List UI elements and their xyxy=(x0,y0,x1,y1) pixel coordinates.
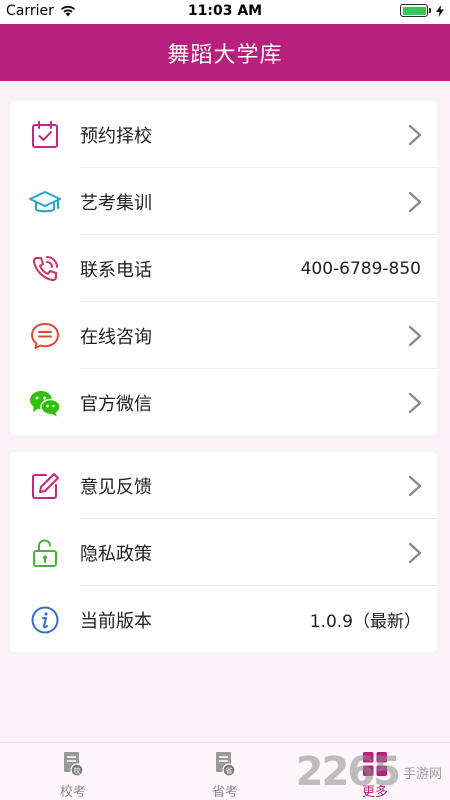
tab-label: 校考 xyxy=(59,785,86,800)
bottom-tab-bar: 校 校考 省 省考 更多 2265 手游网 xyxy=(0,742,450,800)
wechat-icon xyxy=(28,386,62,420)
menu-item-phone[interactable]: 联系电话 400-6789-850 xyxy=(10,235,437,302)
chevron-right-icon xyxy=(408,191,422,212)
phone-number-value: 400-6789-850 xyxy=(300,258,421,279)
battery-icon xyxy=(400,4,431,17)
watermark-number: 2265 xyxy=(295,749,401,795)
menu-item-version[interactable]: 当前版本 1.0.9（最新） xyxy=(10,586,437,653)
status-time: 11:03 AM xyxy=(187,3,263,19)
graduation-cap-icon xyxy=(28,185,62,219)
tab-province-exam[interactable]: 省 省考 xyxy=(185,749,265,800)
watermark-text: 手游网 xyxy=(402,766,442,782)
menu-item-wechat[interactable]: 官方微信 xyxy=(10,369,437,436)
tab-school-exam[interactable]: 校 校考 xyxy=(33,749,113,800)
menu-item-label: 当前版本 xyxy=(80,610,152,632)
province-exam-icon: 省 xyxy=(210,749,240,779)
charging-icon xyxy=(436,4,444,17)
page-title: 舞蹈大学库 xyxy=(167,42,283,68)
watermark-logo: 2265 手游网 xyxy=(296,746,442,798)
menu-item-label: 预约择校 xyxy=(80,125,152,147)
status-right xyxy=(400,4,444,17)
menu-item-appointment[interactable]: 预约择校 xyxy=(10,101,437,168)
menu-card-secondary: 意见反馈 隐私政策 当前版本 1.0.9（最新） xyxy=(10,452,437,652)
tab-label: 省考 xyxy=(211,785,238,800)
menu-item-training[interactable]: 艺考集训 xyxy=(10,168,437,235)
svg-text:校: 校 xyxy=(74,766,81,775)
edit-icon xyxy=(28,469,62,503)
app-header: 舞蹈大学库 xyxy=(0,24,450,81)
phone-icon xyxy=(28,252,62,286)
version-value: 1.0.9（最新） xyxy=(309,612,421,632)
chevron-right-icon xyxy=(408,325,422,346)
info-icon xyxy=(28,603,62,637)
unlock-icon xyxy=(28,536,62,570)
chevron-right-icon xyxy=(408,475,422,496)
menu-item-privacy[interactable]: 隐私政策 xyxy=(10,519,437,586)
menu-item-consult[interactable]: 在线咨询 xyxy=(10,302,437,369)
menu-item-label: 意见反馈 xyxy=(80,476,152,498)
menu-item-label: 艺考集训 xyxy=(80,192,152,214)
svg-text:省: 省 xyxy=(226,766,233,775)
status-bar: Carrier 11:03 AM xyxy=(0,0,450,24)
chevron-right-icon xyxy=(408,124,422,145)
chat-bubble-icon xyxy=(28,319,62,353)
calendar-check-icon xyxy=(28,118,62,152)
menu-item-label: 隐私政策 xyxy=(80,543,152,565)
school-exam-icon: 校 xyxy=(58,749,88,779)
menu-item-label: 官方微信 xyxy=(80,393,152,415)
chevron-right-icon xyxy=(408,542,422,563)
menu-card-primary: 预约择校 艺考集训 联系电话 400-6789-850 在线咨询 官方微信 xyxy=(10,101,437,435)
menu-item-label: 联系电话 xyxy=(80,259,152,281)
menu-item-feedback[interactable]: 意见反馈 xyxy=(10,452,437,519)
chevron-right-icon xyxy=(408,392,422,413)
menu-item-label: 在线咨询 xyxy=(80,326,152,348)
